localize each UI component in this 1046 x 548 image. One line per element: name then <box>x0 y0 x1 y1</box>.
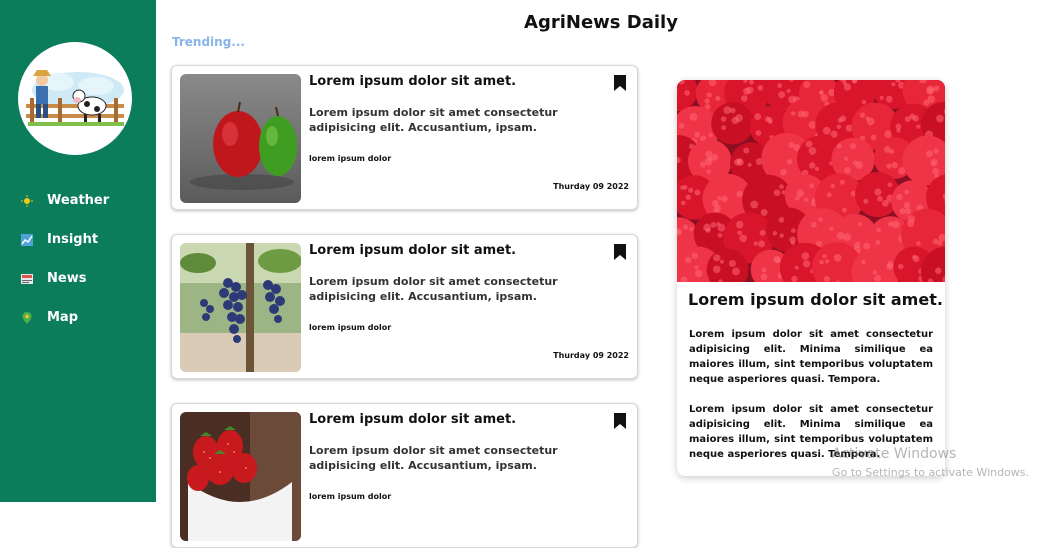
activation-watermark-title: Activate Windows <box>832 446 956 462</box>
grapes-image <box>180 243 301 372</box>
bookmark-icon[interactable] <box>614 244 626 260</box>
card-description: Lorem ipsum dolor sit amet consectetur a… <box>309 443 619 473</box>
sidebar-item-map[interactable]: Map <box>20 298 109 337</box>
bookmark-icon[interactable] <box>614 413 626 429</box>
sidebar-nav: Weather Insight News Map <box>20 181 109 337</box>
raspberries-image <box>677 80 945 282</box>
news-card[interactable]: Lorem ipsum dolor sit amet. Lorem ipsum … <box>171 234 638 379</box>
card-description: Lorem ipsum dolor sit amet consectetur a… <box>309 105 619 135</box>
card-title[interactable]: Lorem ipsum dolor sit amet. <box>309 243 516 258</box>
trending-label[interactable]: Trending... <box>172 35 245 49</box>
page-title: AgriNews Daily <box>156 12 1046 33</box>
sidebar-item-label: Weather <box>47 193 109 208</box>
farm-illustration <box>18 42 132 155</box>
card-tag: lorem ipsum dolor <box>309 492 391 501</box>
newspaper-icon <box>20 272 34 286</box>
news-card[interactable]: Lorem ipsum dolor sit amet. Lorem ipsum … <box>171 65 638 210</box>
sidebar-item-weather[interactable]: Weather <box>20 181 109 220</box>
card-description: Lorem ipsum dolor sit amet consectetur a… <box>309 274 619 304</box>
featured-title[interactable]: Lorem ipsum dolor sit amet. <box>688 290 943 309</box>
bookmark-icon[interactable] <box>614 75 626 91</box>
card-date: Thurday 09 2022 <box>553 351 629 360</box>
chart-icon <box>20 233 34 247</box>
sidebar: Weather Insight News Map <box>0 0 156 502</box>
sidebar-item-insight[interactable]: Insight <box>20 220 109 259</box>
map-pin-icon <box>20 311 34 325</box>
card-date: Thurday 09 2022 <box>553 182 629 191</box>
activation-watermark-subtitle: Go to Settings to activate Windows. <box>832 466 1029 479</box>
apples-image <box>180 74 301 203</box>
featured-article[interactable]: Lorem ipsum dolor sit amet. Lorem ipsum … <box>677 80 945 476</box>
card-tag: lorem ipsum dolor <box>309 323 391 332</box>
news-card[interactable]: Lorem ipsum dolor sit amet. Lorem ipsum … <box>171 403 638 548</box>
sidebar-item-label: Insight <box>47 232 98 247</box>
card-title[interactable]: Lorem ipsum dolor sit amet. <box>309 74 516 89</box>
strawberries-image <box>180 412 301 541</box>
featured-paragraph: Lorem ipsum dolor sit amet consectetur a… <box>689 327 933 387</box>
sidebar-item-label: Map <box>47 310 78 325</box>
sidebar-item-label: News <box>47 271 86 286</box>
farm-logo[interactable] <box>18 42 132 155</box>
sun-icon <box>20 194 34 208</box>
sidebar-item-news[interactable]: News <box>20 259 109 298</box>
card-title[interactable]: Lorem ipsum dolor sit amet. <box>309 412 516 427</box>
card-tag: lorem ipsum dolor <box>309 154 391 163</box>
